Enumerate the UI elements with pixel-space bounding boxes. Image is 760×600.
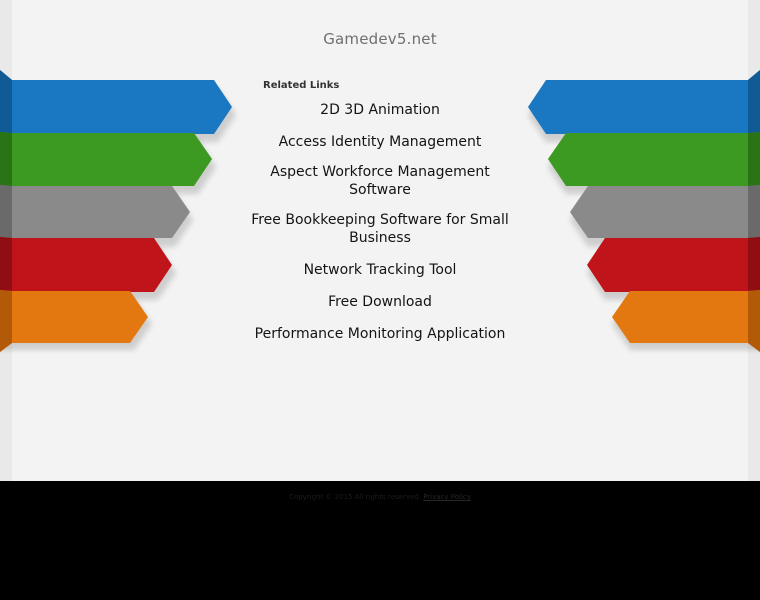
left-ribbon-blue — [0, 70, 232, 134]
list-item: Aspect Workforce Management Software — [250, 163, 510, 199]
footer: Copyright © 2015 All rights reserved. Pr… — [0, 481, 760, 600]
site-title: Gamedev5.net — [323, 30, 437, 48]
related-links-heading: Related Links — [263, 80, 340, 91]
related-link-free-bookkeeping-software[interactable]: Free Bookkeeping Software for Small Busi… — [250, 211, 510, 247]
copyright-text: Copyright © 2015 All rights reserved. — [289, 493, 421, 501]
right-ribbon-red — [587, 237, 760, 292]
left-ribbon-gray — [0, 185, 190, 238]
right-ribbon-orange — [612, 290, 760, 352]
related-link-free-download[interactable]: Free Download — [328, 293, 432, 311]
right-ribbon-blue — [528, 70, 760, 134]
left-ribbon-red — [0, 237, 172, 292]
left-ribbon-orange — [0, 290, 148, 352]
related-link-performance-monitoring[interactable]: Performance Monitoring Application — [255, 325, 506, 343]
list-item: 2D 3D Animation — [250, 99, 510, 119]
related-link-network-tracking-tool[interactable]: Network Tracking Tool — [304, 261, 457, 279]
privacy-policy-link[interactable]: Privacy Policy — [423, 493, 471, 501]
list-item: Free Bookkeeping Software for Small Busi… — [250, 211, 510, 247]
right-ribbon-gray — [570, 185, 760, 238]
left-ribbon-green — [0, 132, 212, 186]
related-link-2d-3d-animation[interactable]: 2D 3D Animation — [320, 101, 440, 119]
related-link-access-identity-management[interactable]: Access Identity Management — [279, 133, 482, 151]
list-item: Performance Monitoring Application — [250, 323, 510, 343]
right-ribbon-green — [548, 132, 760, 186]
list-item: Free Download — [250, 291, 510, 311]
page-background: Gamedev5.net Related Links 2D 3D Animati… — [0, 0, 760, 481]
footer-line: Copyright © 2015 All rights reserved. Pr… — [0, 493, 760, 501]
list-item: Network Tracking Tool — [250, 259, 510, 279]
list-item: Access Identity Management — [250, 131, 510, 151]
related-links-list: 2D 3D Animation Access Identity Manageme… — [250, 99, 510, 355]
related-link-aspect-workforce-management[interactable]: Aspect Workforce Management Software — [250, 163, 510, 199]
